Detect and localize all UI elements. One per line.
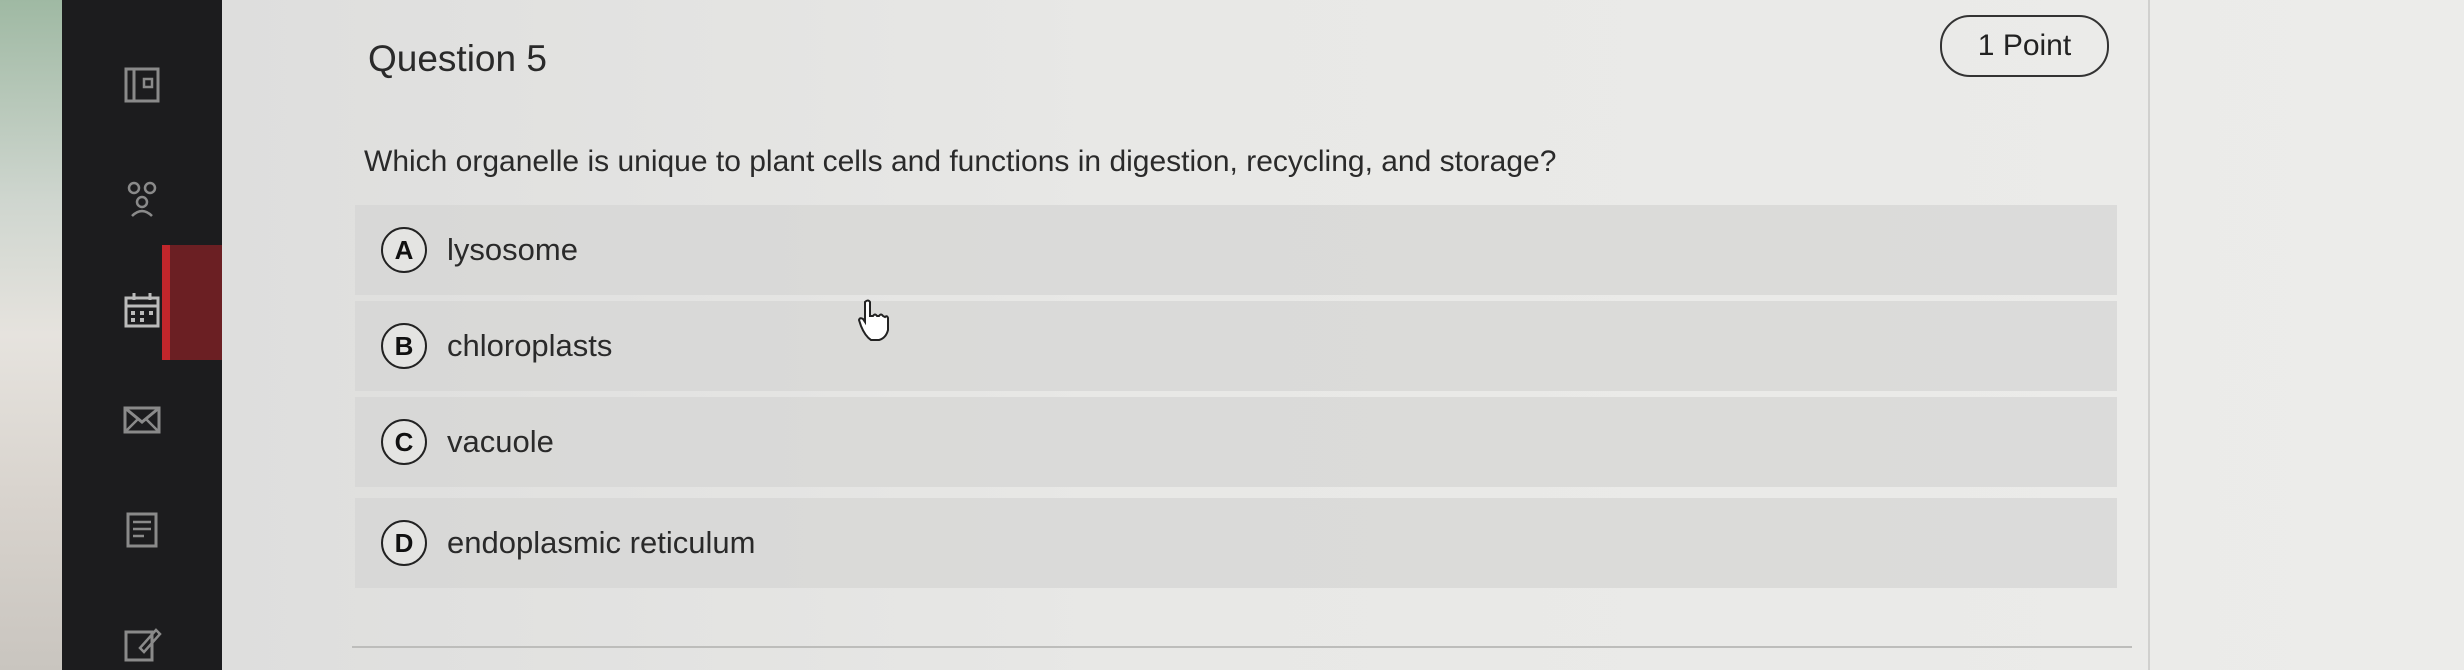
option-letter-badge: A	[381, 227, 427, 273]
question-text: Which organelle is unique to plant cells…	[364, 145, 1557, 178]
option-letter-badge: C	[381, 419, 427, 465]
answer-option-c[interactable]: C vacuole	[355, 397, 2117, 487]
edit-icon-glyph	[124, 628, 162, 662]
option-letter-badge: B	[381, 323, 427, 369]
question-bottom-divider	[352, 646, 2132, 648]
document-icon[interactable]	[120, 508, 164, 552]
option-text: chloroplasts	[447, 328, 613, 363]
option-text: vacuole	[447, 424, 554, 459]
mail-icon[interactable]	[120, 398, 164, 442]
answer-option-b[interactable]: B chloroplasts	[355, 301, 2117, 391]
sidebar	[62, 0, 284, 670]
points-badge: 1 Point	[1940, 15, 2109, 77]
people-icon[interactable]	[120, 176, 164, 220]
edit-icon[interactable]	[120, 622, 164, 666]
document-icon-glyph	[126, 512, 158, 548]
answer-option-a[interactable]: A lysosome	[355, 205, 2117, 295]
option-text: lysosome	[447, 232, 578, 267]
hand-pointer-cursor-icon	[857, 299, 889, 341]
answer-option-d[interactable]: D endoplasmic reticulum	[355, 498, 2117, 588]
layout-icon-glyph	[124, 67, 160, 103]
calendar-icon-glyph	[124, 293, 160, 328]
option-text: endoplasmic reticulum	[447, 525, 756, 560]
question-title: Question 5	[368, 38, 547, 79]
mail-icon-glyph	[123, 406, 161, 434]
panel-divider	[2148, 0, 2150, 670]
layout-icon[interactable]	[120, 63, 164, 107]
photo-background-edge	[0, 0, 62, 670]
calendar-icon[interactable]	[120, 288, 164, 332]
people-icon-glyph	[127, 181, 157, 217]
option-letter-badge: D	[381, 520, 427, 566]
